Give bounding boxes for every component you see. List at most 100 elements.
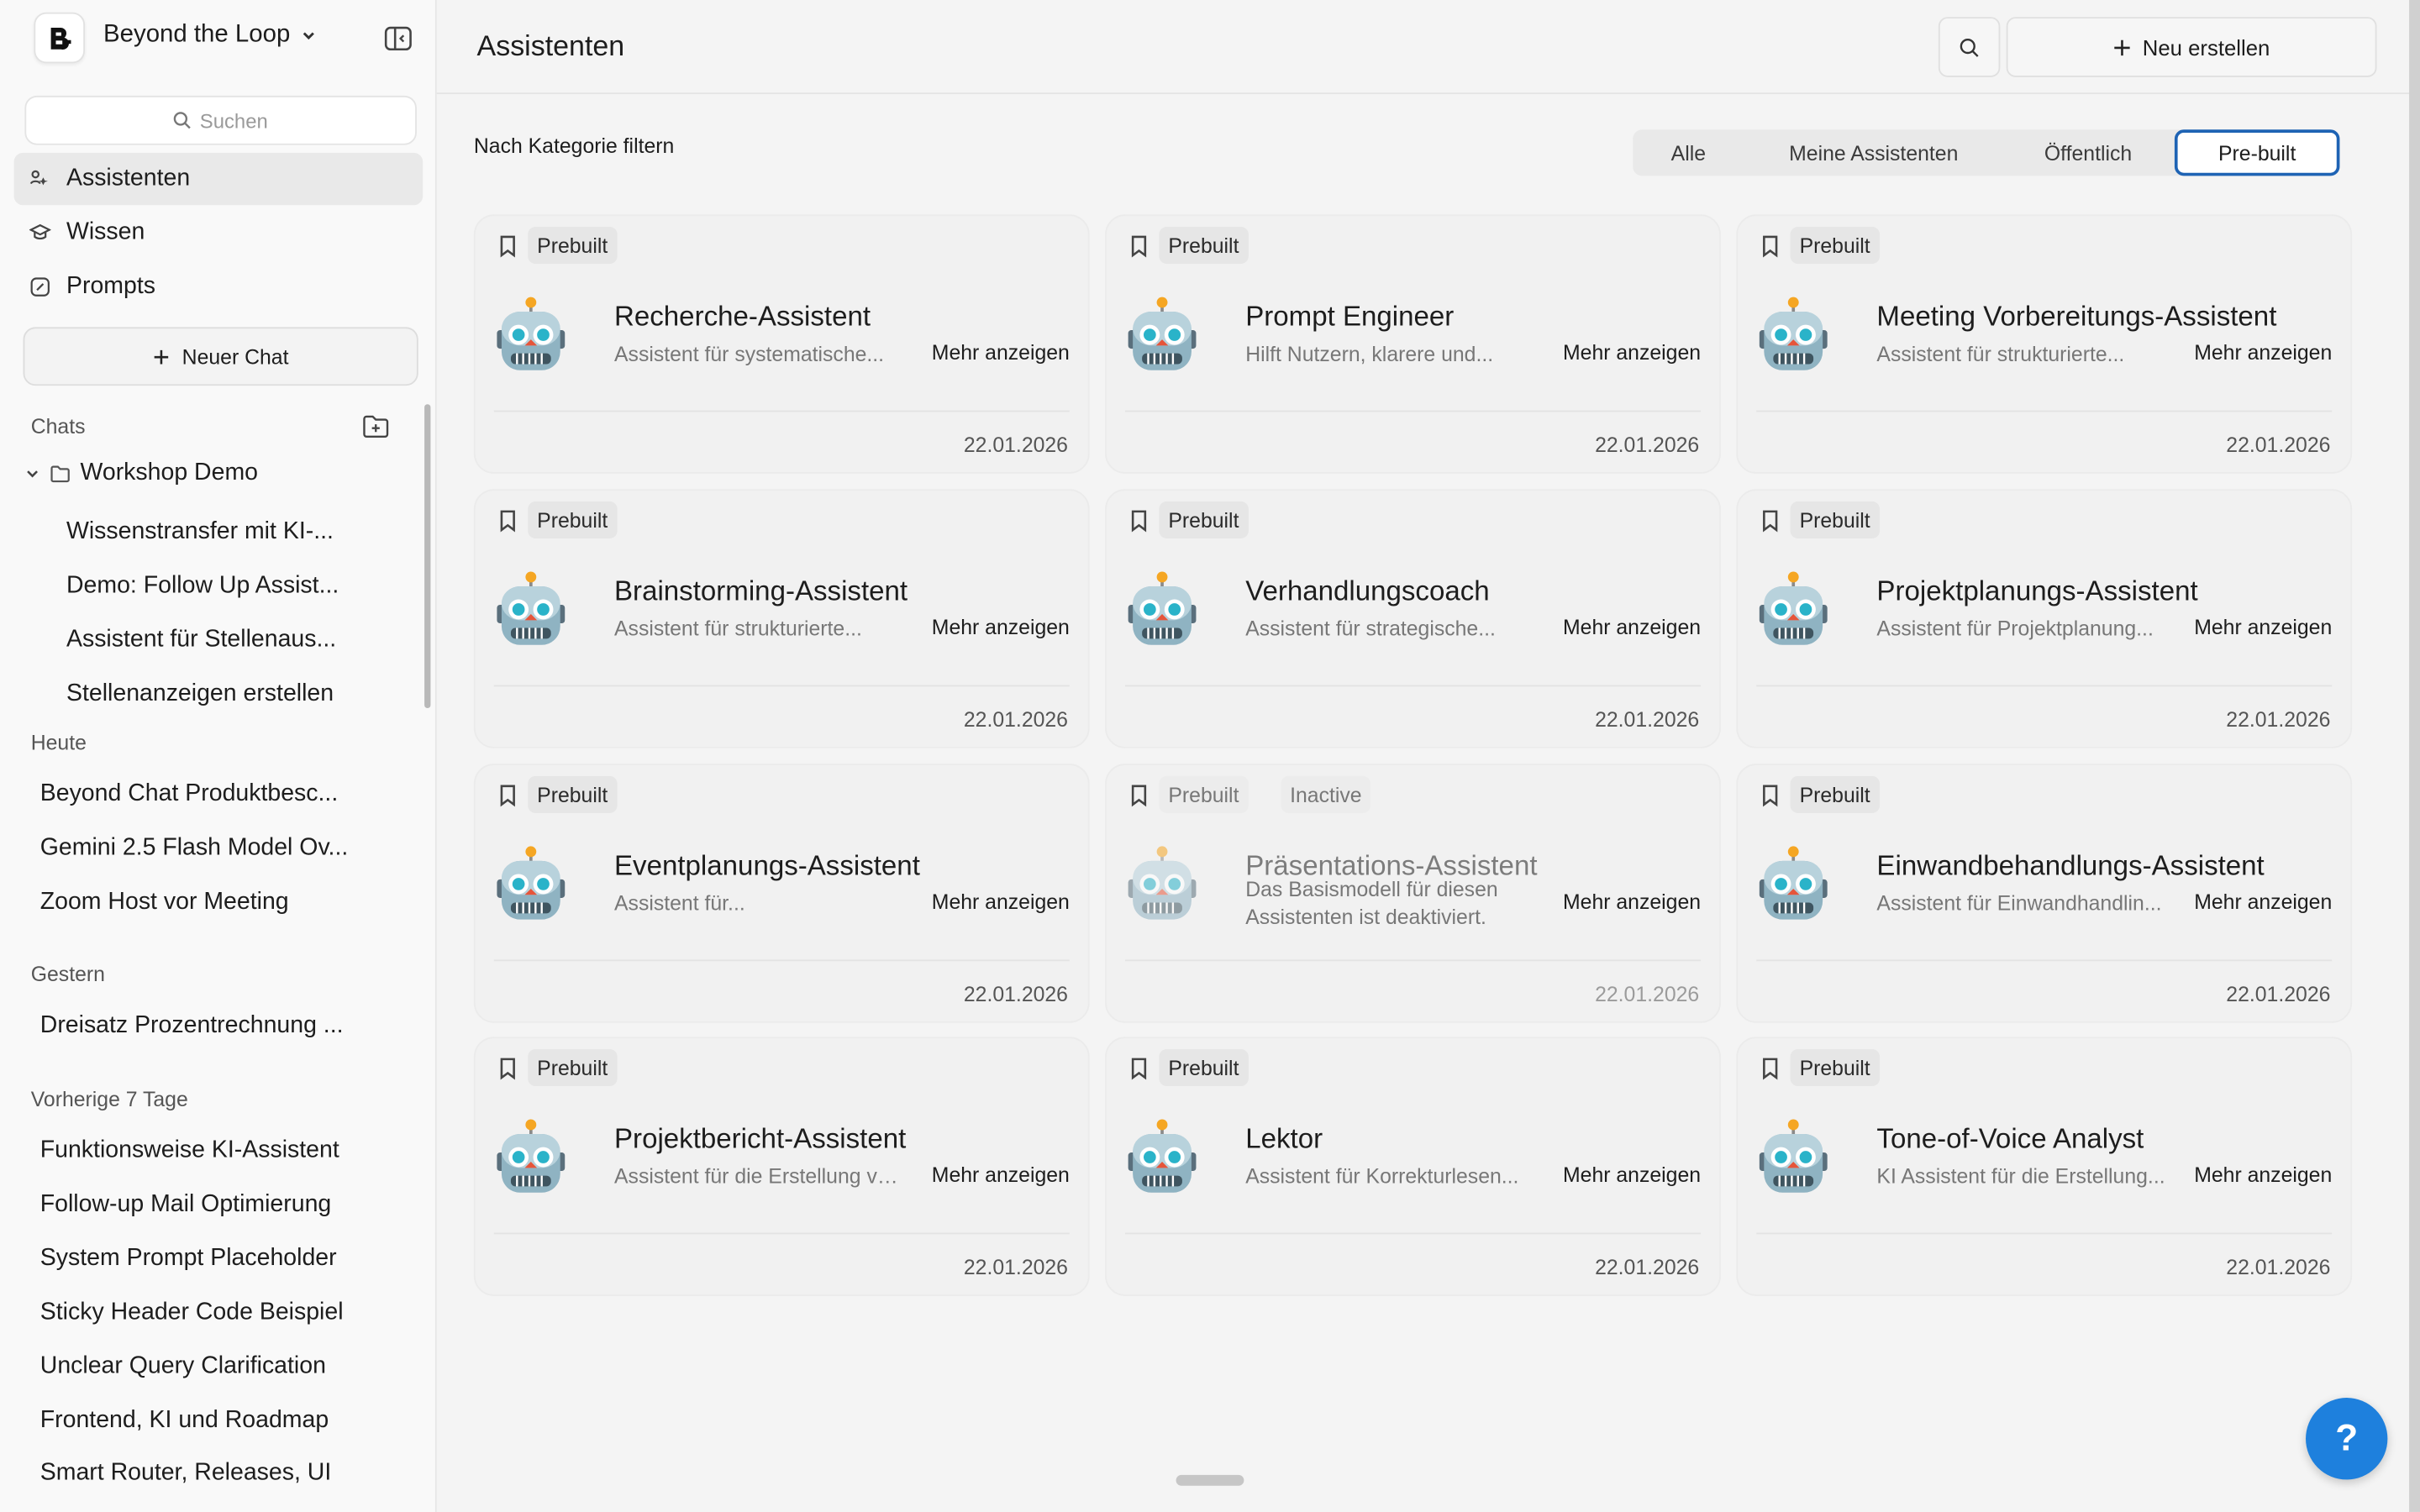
chat-item[interactable]: Gemini 2.5 Flash Model Ov...: [40, 835, 349, 863]
assistant-card[interactable]: Prebuilt Prompt Engineer Hilft Nutzern, …: [1105, 214, 1721, 474]
new-folder-icon[interactable]: [361, 412, 391, 441]
tab-my-assistants[interactable]: Meine Assistenten: [1763, 129, 1985, 176]
prebuilt-badge: Prebuilt: [1159, 1048, 1249, 1087]
sidebar-search-input[interactable]: Suchen: [24, 95, 417, 145]
chat-item[interactable]: Follow-up Mail Optimierung: [40, 1191, 332, 1219]
bookmark-icon[interactable]: [1761, 784, 1780, 807]
assistant-card[interactable]: Prebuilt Lektor Assistent für Korrekturl…: [1105, 1037, 1721, 1296]
chat-item[interactable]: Unclear Query Clarification: [40, 1353, 326, 1381]
chat-item[interactable]: System Prompt Placeholder: [40, 1245, 337, 1273]
chevron-down-icon: [302, 32, 314, 40]
show-more-link[interactable]: Mehr anzeigen: [1563, 341, 1701, 365]
show-more-link[interactable]: Mehr anzeigen: [1563, 616, 1701, 639]
chat-item[interactable]: Zoom Host vor Meeting: [40, 889, 289, 916]
bookmark-icon[interactable]: [1761, 234, 1780, 258]
tab-public[interactable]: Öffentlich: [2009, 129, 2166, 176]
card-divider: [493, 410, 1070, 412]
assistant-title: Recherche-Assistent: [614, 301, 871, 332]
robot-icon: [1127, 846, 1197, 923]
workspace-name: Beyond the Loop: [103, 21, 291, 48]
show-more-link[interactable]: Mehr anzeigen: [932, 890, 1070, 914]
assistant-description: Das Basismodell für diesen Assistenten i…: [1245, 878, 1498, 929]
assistant-card[interactable]: Prebuilt Eventplanungs-Assistent Assiste…: [473, 764, 1090, 1023]
folder-name: Workshop Demo: [80, 459, 259, 486]
bookmark-icon[interactable]: [498, 234, 517, 258]
show-more-link[interactable]: Mehr anzeigen: [1563, 890, 1701, 914]
bookmark-icon[interactable]: [498, 1057, 517, 1080]
inactive-badge: Inactive: [1281, 775, 1371, 813]
chat-item[interactable]: Stellenanzeigen erstellen: [66, 680, 334, 708]
bookmark-icon[interactable]: [1761, 1057, 1780, 1080]
assistant-card[interactable]: Prebuilt Verhandlungscoach Assistent für…: [1105, 489, 1721, 748]
workspace-switcher[interactable]: Beyond the Loop: [103, 22, 318, 50]
group-label-today: Heute: [30, 731, 87, 755]
new-chat-button[interactable]: Neuer Chat: [23, 327, 418, 386]
bookmark-icon[interactable]: [498, 509, 517, 533]
horizontal-scroll-handle[interactable]: [1176, 1474, 1244, 1486]
assistant-date: 22.01.2026: [2226, 708, 2331, 732]
tab-all[interactable]: Alle: [1633, 129, 1744, 176]
assistant-card[interactable]: Prebuilt Meeting Vorbereitungs-Assistent…: [1736, 214, 2353, 474]
sidebar-toggle-icon[interactable]: [383, 24, 414, 55]
show-more-link[interactable]: Mehr anzeigen: [932, 1163, 1070, 1187]
robot-icon: [1127, 297, 1197, 374]
bookmark-icon[interactable]: [1129, 784, 1148, 807]
bookmark-icon[interactable]: [1129, 1057, 1148, 1080]
folder-workshop-demo[interactable]: Workshop Demo: [24, 459, 258, 487]
robot-icon: [1127, 1119, 1197, 1196]
assistant-date: 22.01.2026: [1595, 708, 1700, 732]
create-assistant-button[interactable]: Neu erstellen: [2006, 17, 2377, 77]
workspace-logo[interactable]: [34, 12, 86, 64]
card-divider: [493, 959, 1070, 962]
chat-item[interactable]: Demo: Follow Up Assist...: [66, 572, 339, 600]
assistant-date: 22.01.2026: [1595, 982, 1700, 1006]
assistant-date: 22.01.2026: [2226, 982, 2331, 1006]
chat-item[interactable]: Assistent für Stellenaus...: [66, 627, 336, 654]
chat-item[interactable]: Wissenstransfer mit KI-...: [66, 518, 334, 546]
prebuilt-badge: Prebuilt: [1790, 226, 1880, 265]
nav-item-prompts[interactable]: Prompts: [14, 260, 424, 312]
assistant-card[interactable]: Prebuilt Projektbericht-Assistent Assist…: [473, 1037, 1090, 1296]
show-more-link[interactable]: Mehr anzeigen: [2194, 1163, 2332, 1187]
assistant-card[interactable]: Prebuilt Inactive Präsentations-Assistent…: [1105, 764, 1721, 1023]
assistant-date: 22.01.2026: [963, 708, 1068, 732]
nav-item-knowledge[interactable]: Wissen: [14, 207, 424, 259]
nav-item-assistants[interactable]: Assistenten: [13, 152, 424, 206]
assistant-title: Projektbericht-Assistent: [614, 1123, 907, 1154]
show-more-link[interactable]: Mehr anzeigen: [2194, 616, 2332, 639]
assistant-date: 22.01.2026: [2226, 433, 2331, 457]
show-more-link[interactable]: Mehr anzeigen: [932, 616, 1070, 639]
bookmark-icon[interactable]: [1129, 234, 1148, 258]
bookmark-icon[interactable]: [1129, 509, 1148, 533]
assistant-description: Assistent für Korrekturlesen...: [1245, 1164, 1519, 1189]
show-more-link[interactable]: Mehr anzeigen: [1563, 1163, 1701, 1187]
chat-item[interactable]: Frontend, KI und Roadmap: [40, 1407, 329, 1435]
assistant-card[interactable]: Prebuilt Tone-of-Voice Analyst KI Assist…: [1736, 1037, 2353, 1296]
assistant-title: Einwandbehandlungs-Assistent: [1876, 850, 2265, 881]
sidebar: Beyond the Loop Suchen Assistenten Wisse…: [0, 0, 437, 1512]
category-filter-tabs: Alle Meine Assistenten Öffentlich Pre-bu…: [1633, 129, 2340, 176]
search-button[interactable]: [1938, 17, 2001, 77]
tab-prebuilt[interactable]: Pre-built: [2174, 129, 2340, 176]
main-scrollbar[interactable]: [2409, 0, 2420, 1512]
assistant-card[interactable]: Prebuilt Recherche-Assistent Assistent f…: [473, 214, 1090, 474]
assistant-card[interactable]: Prebuilt Brainstorming-Assistent Assiste…: [473, 489, 1090, 748]
card-divider: [1756, 410, 2333, 412]
chat-item[interactable]: Beyond Chat Produktbesc...: [40, 780, 339, 808]
bookmark-icon[interactable]: [1761, 509, 1780, 533]
show-more-link[interactable]: Mehr anzeigen: [2194, 341, 2332, 365]
bookmark-icon[interactable]: [498, 784, 517, 807]
assistant-card[interactable]: Prebuilt Projektplanungs-Assistent Assis…: [1736, 489, 2353, 748]
sidebar-scrollbar[interactable]: [424, 404, 431, 709]
chat-item[interactable]: Smart Router, Releases, UI: [40, 1460, 332, 1488]
chat-item[interactable]: Sticky Header Code Beispiel: [40, 1299, 344, 1327]
assistant-title: Lektor: [1245, 1123, 1323, 1154]
prompts-icon: [30, 277, 50, 297]
assistant-card[interactable]: Prebuilt Einwandbehandlungs-Assistent As…: [1736, 764, 2353, 1023]
show-more-link[interactable]: Mehr anzeigen: [932, 341, 1070, 365]
show-more-link[interactable]: Mehr anzeigen: [2194, 890, 2332, 914]
help-button[interactable]: ?: [2306, 1398, 2388, 1480]
chat-item[interactable]: Dreisatz Prozentrechnung ...: [40, 1012, 344, 1040]
chat-item[interactable]: Funktionsweise KI-Assistent: [40, 1137, 339, 1165]
robot-icon: [1758, 1119, 1828, 1196]
